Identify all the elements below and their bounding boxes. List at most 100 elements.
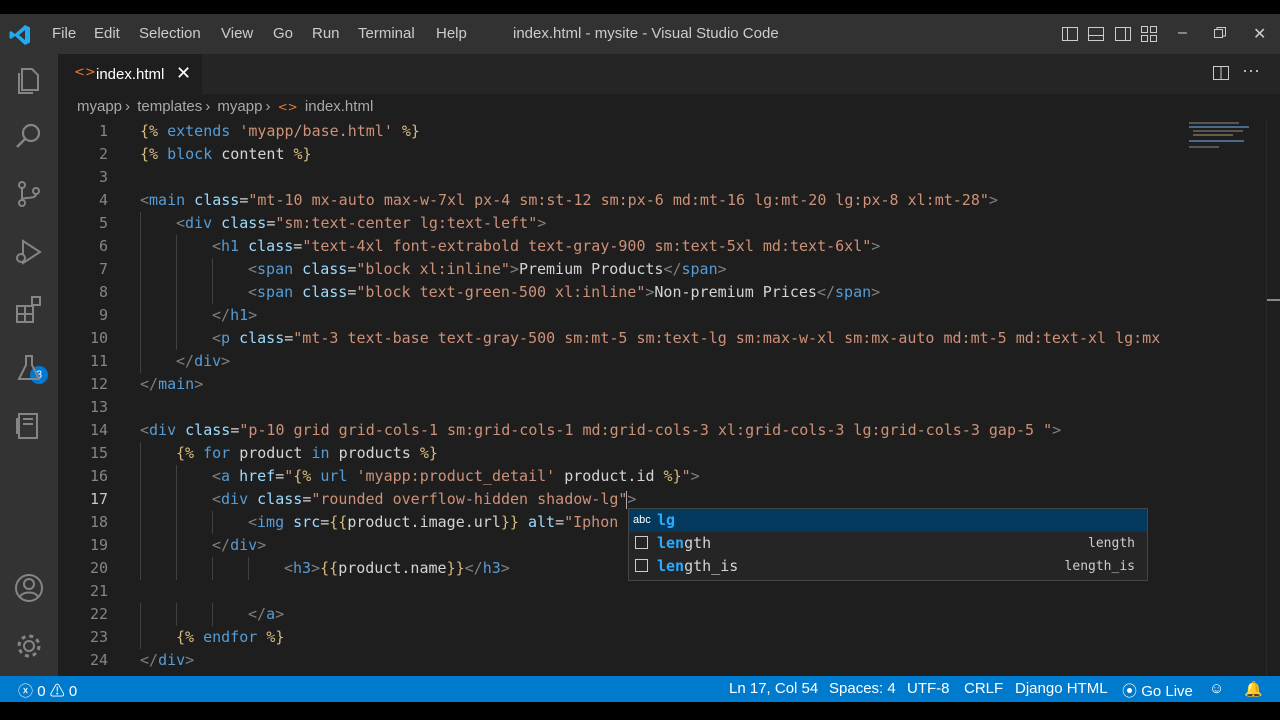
source-control-icon[interactable] (13, 178, 45, 210)
accounts-icon[interactable] (13, 572, 45, 604)
run-debug-icon[interactable] (13, 236, 45, 268)
line-number: 1 (98, 122, 108, 140)
code-token: h3 (482, 559, 501, 577)
close-tab-icon[interactable]: ✕ (176, 63, 191, 84)
code-token: class (293, 260, 348, 278)
line-number: 18 (89, 513, 108, 531)
notifications-bell-icon[interactable]: 🔔 (1244, 680, 1263, 698)
code-line[interactable]: 1 {% extends 'myapp/base.html' %} (58, 120, 1183, 143)
menu-view[interactable]: View (221, 25, 253, 42)
settings-gear-icon[interactable] (13, 630, 45, 662)
explorer-icon[interactable] (13, 64, 45, 96)
code-line[interactable]: 14 <div class="p-10 grid grid-cols-1 sm:g… (58, 419, 1183, 442)
menu-edit[interactable]: Edit (94, 25, 120, 42)
menu-run[interactable]: Run (312, 25, 340, 42)
code-line[interactable]: 15 {% for product in products %} (58, 442, 1183, 465)
code-line[interactable]: 3 (58, 166, 1183, 189)
go-live-button[interactable]: ⦿ Go Live (1122, 680, 1193, 701)
search-icon[interactable] (13, 120, 45, 152)
suggest-item[interactable]: length length (629, 532, 1147, 555)
code-line[interactable]: 12 </main> (58, 373, 1183, 396)
testing-icon[interactable] (13, 352, 45, 384)
menu-help[interactable]: Help (436, 25, 467, 42)
line-number: 20 (89, 559, 108, 577)
suggest-item[interactable]: abc lg (629, 509, 1147, 532)
indentation[interactable]: Spaces: 4 (829, 680, 896, 697)
remote-explorer-icon[interactable] (13, 410, 45, 442)
code-token: < (284, 559, 294, 577)
code-line[interactable]: 21 (58, 580, 1183, 603)
code-line[interactable]: 13 (58, 396, 1183, 419)
code-token: > (871, 237, 881, 255)
breadcrumb-item[interactable]: myapp (217, 98, 262, 115)
toggle-panel-icon[interactable] (1087, 25, 1105, 43)
indent-guide (176, 488, 177, 511)
feedback-icon[interactable]: ☺ (1209, 680, 1224, 697)
code-content: <h3>{{product.name}}</h3> (284, 557, 510, 580)
restore-icon[interactable] (1213, 26, 1227, 40)
minimize-icon[interactable]: – (1178, 24, 1187, 42)
code-token: p (221, 329, 231, 347)
close-window-icon[interactable]: ✕ (1253, 24, 1266, 44)
toggle-sidebar-icon[interactable] (1061, 25, 1079, 43)
indent-guide (140, 442, 141, 465)
code-content: </a> (248, 603, 284, 626)
menu-selection[interactable]: Selection (139, 25, 201, 42)
line-number: 6 (98, 237, 108, 255)
extensions-icon[interactable] (13, 294, 45, 326)
suggest-widget[interactable]: abc lg length length length_is length_is (628, 508, 1148, 581)
menu-go[interactable]: Go (273, 25, 293, 42)
code-token: </ (140, 375, 159, 393)
code-line[interactable]: 5 <div class="sm:text-center lg:text-left… (58, 212, 1183, 235)
breadcrumb-item[interactable]: index.html (305, 98, 373, 115)
toggle-secondary-sidebar-icon[interactable] (1114, 25, 1132, 43)
problems-indicator[interactable]: ⓧ 0 ⚠ 0 (18, 680, 77, 701)
breadcrumb-item[interactable]: myapp (77, 98, 122, 115)
code-content: <div class="p-10 grid grid-cols-1 sm:gri… (140, 419, 1061, 442)
code-line[interactable]: 11 </div> (58, 350, 1183, 373)
code-token: > (871, 283, 881, 301)
suggest-match: len (657, 557, 685, 575)
code-token: > (221, 352, 231, 370)
line-number: 9 (98, 306, 108, 324)
code-content: <a href="{% url 'myapp:product_detail' p… (212, 465, 700, 488)
menu-file[interactable]: File (52, 25, 76, 42)
code-line[interactable]: 6 <h1 class="text-4xl font-extrabold text… (58, 235, 1183, 258)
end-of-line[interactable]: CRLF (964, 680, 1003, 697)
code-token: </ (212, 536, 231, 554)
code-line[interactable]: 2 {% block content %} (58, 143, 1183, 166)
text-word-icon: abc (633, 514, 651, 526)
code-token: > (627, 490, 637, 508)
code-line[interactable]: 24 </div> (58, 649, 1183, 672)
minimap[interactable] (1183, 120, 1266, 676)
breadcrumb-item[interactable]: templates (137, 98, 202, 115)
split-editor-icon[interactable] (1212, 64, 1230, 82)
code-line[interactable]: 16 <a href="{% url 'myapp:product_detail'… (58, 465, 1183, 488)
code-token: product.image.url (347, 513, 501, 531)
tab-index-html[interactable]: <> index.html ✕ (58, 54, 202, 94)
code-line[interactable]: 23 {% endfor %} (58, 626, 1183, 649)
indent-guide (140, 258, 141, 281)
code-line[interactable]: 8 <span class="block text-green-500 xl:in… (58, 281, 1183, 304)
customize-layout-icon[interactable] (1140, 25, 1158, 43)
indent-guide (212, 557, 213, 580)
code-line[interactable]: 10 <p class="mt-3 text-base text-gray-500… (58, 327, 1183, 350)
code-token: a (221, 467, 231, 485)
menu-terminal[interactable]: Terminal (358, 25, 415, 42)
indent-guide (140, 281, 141, 304)
code-editor[interactable]: 1 {% extends 'myapp/base.html' %} 2 {% bloc… (58, 120, 1183, 676)
code-line[interactable]: 9 </h1> (58, 304, 1183, 327)
cursor-position[interactable]: Ln 17, Col 54 (729, 680, 818, 697)
suggest-item[interactable]: length_is length_is (629, 555, 1147, 578)
code-line[interactable]: 7 <span class="block xl:inline">Premium P… (58, 258, 1183, 281)
code-line[interactable]: 4 <main class="mt-10 mx-auto max-w-7xl px… (58, 189, 1183, 212)
language-mode[interactable]: Django HTML (1015, 680, 1108, 697)
code-token: span (257, 260, 294, 278)
code-line[interactable]: 22 </a> (58, 603, 1183, 626)
code-token: img (257, 513, 285, 531)
more-actions-icon[interactable]: ··· (1242, 60, 1260, 81)
html-file-icon: <> (277, 100, 298, 114)
encoding[interactable]: UTF-8 (907, 680, 950, 697)
vertical-scrollbar[interactable] (1266, 120, 1280, 676)
code-content: </div> (176, 350, 230, 373)
